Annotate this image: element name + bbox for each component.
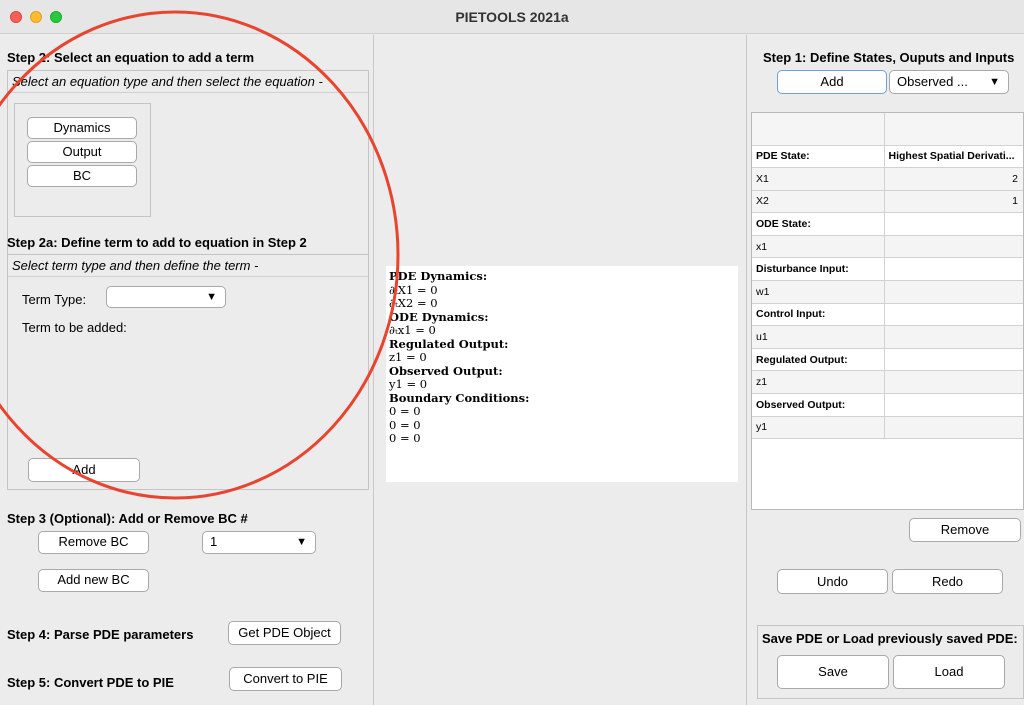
equation-display: PDE Dynamics: ∂ₜX1 = 0 ∂ₜX2 = 0 ODE Dynamic… <box>386 266 738 482</box>
table-cell-value <box>884 235 1023 259</box>
table-cell-name: Control Input: <box>752 303 885 327</box>
chevron-down-icon: ▼ <box>989 76 1000 88</box>
dynamics-button[interactable]: Dynamics <box>27 117 137 139</box>
remove-bc-button[interactable]: Remove BC <box>38 531 149 554</box>
term-define-group-title: Select term type and then define the ter… <box>8 255 368 277</box>
state-type-value: Observed ... <box>897 74 968 89</box>
table-cell-name: Observed Output: <box>752 393 885 417</box>
table-cell-value <box>884 303 1023 327</box>
equation-line: ∂ₜx1 = 0 <box>389 323 436 337</box>
equation-select-group-title: Select an equation type and then select … <box>8 71 368 93</box>
equation-section-heading: PDE Dynamics: <box>389 269 488 283</box>
term-to-be-added-label: Term to be added: <box>22 320 127 335</box>
equation-line: ∂ₜX1 = 0 <box>389 282 438 297</box>
step4-heading: Step 4: Parse PDE parameters <box>7 627 194 642</box>
title-bar: PIETOOLS 2021a <box>0 0 1024 34</box>
chevron-down-icon: ▼ <box>206 291 217 303</box>
table-cell-value: 2 <box>884 167 1023 191</box>
table-cell-name: w1 <box>752 280 885 304</box>
undo-button[interactable]: Undo <box>777 569 888 594</box>
step2-heading: Step 2: Select an equation to add a term <box>7 50 255 65</box>
equation-section-heading: Regulated Output: <box>389 336 509 351</box>
add-term-button[interactable]: Add <box>28 458 140 482</box>
table-cell-value <box>884 393 1023 417</box>
table-header-row <box>752 113 1023 146</box>
table-cell-name: PDE State: <box>752 145 885 169</box>
equation-section-heading: Boundary Conditions: <box>389 390 530 405</box>
window-title: PIETOOLS 2021a <box>455 9 569 25</box>
table-category-row[interactable]: Control Input: <box>752 303 1023 327</box>
right-panel: Step 1: Define States, Ouputs and Inputs… <box>747 35 1024 705</box>
convert-to-pie-button[interactable]: Convert to PIE <box>229 667 342 691</box>
redo-button[interactable]: Redo <box>892 569 1003 594</box>
table-cell-name: x1 <box>752 235 885 259</box>
table-cell-name: X1 <box>752 167 885 191</box>
table-cell-name: z1 <box>752 370 885 395</box>
table-category-row[interactable]: Disturbance Input: <box>752 257 1023 282</box>
table-cell-name: u1 <box>752 325 885 349</box>
save-load-heading: Save PDE or Load previously saved PDE: <box>762 631 1018 646</box>
save-load-group: Save PDE or Load previously saved PDE: S… <box>757 625 1024 699</box>
equation-line: y1 = 0 <box>389 377 428 391</box>
table-cell-value <box>884 348 1023 372</box>
states-table[interactable]: PDE State: Highest Spatial Derivati... X1 2… <box>751 112 1024 510</box>
table-row[interactable]: z1 <box>752 370 1023 395</box>
table-cell-value <box>884 370 1023 395</box>
step1-heading: Step 1: Define States, Ouputs and Inputs <box>763 50 1015 65</box>
equation-line: ∂ₜX2 = 0 <box>389 296 438 310</box>
table-cell-name: y1 <box>752 416 885 440</box>
bc-number-select[interactable]: 1 ▼ <box>202 531 316 554</box>
table-cell-value <box>884 280 1023 304</box>
equation-line: 0 = 0 <box>389 431 421 445</box>
table-category-row[interactable]: ODE State: <box>752 212 1023 236</box>
step3-heading: Step 3 (Optional): Add or Remove BC # <box>7 511 248 526</box>
add-new-bc-button[interactable]: Add new BC <box>38 569 149 592</box>
left-panel: Step 2: Select an equation to add a term… <box>0 35 374 705</box>
load-button[interactable]: Load <box>893 655 1005 689</box>
bc-button[interactable]: BC <box>27 165 137 187</box>
table-cell-name: Regulated Output: <box>752 348 885 372</box>
save-button[interactable]: Save <box>777 655 889 689</box>
term-define-group: Select term type and then define the ter… <box>7 254 369 490</box>
table-category-row[interactable]: Regulated Output: <box>752 348 1023 372</box>
equation-line: 0 = 0 <box>389 417 421 432</box>
term-type-select[interactable]: ▼ <box>106 286 226 308</box>
table-cell-value <box>884 212 1023 236</box>
table-row[interactable]: u1 <box>752 325 1023 349</box>
equation-section-heading: Observed Output: <box>389 363 503 378</box>
add-state-button[interactable]: Add <box>777 70 887 94</box>
middle-panel: PDE Dynamics: ∂ₜX1 = 0 ∂ₜX2 = 0 ODE Dynamic… <box>374 35 747 705</box>
equation-button-group: Dynamics Output BC <box>14 103 151 217</box>
table-row[interactable]: x1 <box>752 235 1023 259</box>
table-cell-value <box>884 325 1023 349</box>
equation-section-heading: ODE Dynamics: <box>389 309 489 324</box>
get-pde-object-button[interactable]: Get PDE Object <box>228 621 341 645</box>
table-cell-value <box>884 257 1023 282</box>
step5-heading: Step 5: Convert PDE to PIE <box>7 675 174 690</box>
output-button[interactable]: Output <box>27 141 137 163</box>
term-type-label: Term Type: <box>22 292 87 307</box>
table-cell-value: Highest Spatial Derivati... <box>884 145 1023 169</box>
table-cell-name: X2 <box>752 190 885 214</box>
state-type-select[interactable]: Observed ... ▼ <box>889 70 1009 94</box>
table-row[interactable]: y1 <box>752 416 1023 440</box>
equation-line: z1 = 0 <box>389 350 427 364</box>
table-row[interactable]: w1 <box>752 280 1023 304</box>
bc-number-value: 1 <box>210 534 218 549</box>
table-row[interactable]: X1 2 <box>752 167 1023 191</box>
table-row[interactable]: X2 1 <box>752 190 1023 214</box>
step2a-heading: Step 2a: Define term to add to equation … <box>7 235 307 250</box>
table-cell-name: Disturbance Input: <box>752 257 885 282</box>
remove-button[interactable]: Remove <box>909 518 1021 542</box>
table-category-row[interactable]: PDE State: Highest Spatial Derivati... <box>752 145 1023 169</box>
chevron-down-icon: ▼ <box>296 536 307 548</box>
table-cell-value: 1 <box>884 190 1023 214</box>
table-category-row[interactable]: Observed Output: <box>752 393 1023 417</box>
table-cell-value <box>884 416 1023 440</box>
table-cell-name: ODE State: <box>752 212 885 236</box>
equation-line: 0 = 0 <box>389 404 421 418</box>
